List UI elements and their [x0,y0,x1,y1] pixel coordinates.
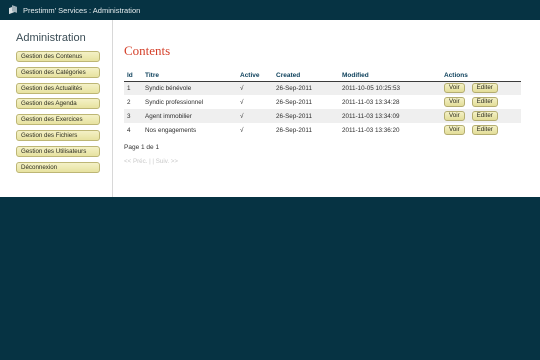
column-header-active[interactable]: Active [237,70,273,82]
cell-actions: Voir Editer [441,81,521,95]
cell-id: 2 [127,98,131,106]
sidebar-item-exercices[interactable]: Gestion des Exercices [16,114,100,126]
cell-id: 4 [127,126,131,134]
cell-actions: Voir Editer [441,109,521,123]
column-header-created[interactable]: Created [273,70,339,82]
page-title: Contents [124,43,171,58]
voir-button[interactable]: Voir [444,111,465,121]
cell-titre: Agent immobilier [142,109,237,123]
cell-actions: Voir Editer [441,95,521,109]
cell-created: 26-Sep-2011 [273,109,339,123]
table-header-row: Id Titre Active Created Modified Actions [124,70,521,82]
active-check-icon: √ [237,81,273,95]
top-bar: Prestimm' Services : Administration [0,0,540,20]
cell-titre: Nos engagements [145,126,197,134]
sidebar: Administration Gestion des Contenus Gest… [0,20,113,197]
app-title: Prestimm' Services : Administration [23,5,141,15]
pagination-links: << Préc. | | Suiv. >> [124,158,179,165]
column-header-actions: Actions [441,70,521,82]
cell-modified: 2011-10-05 10:25:53 [339,81,441,95]
sidebar-heading: Administration [16,32,86,44]
sidebar-item-categories[interactable]: Gestion des Catégories [16,66,100,78]
cell-titre: Syndic professionnel [145,98,204,106]
cell-actions: Voir Editer [441,123,521,137]
sidebar-item-agenda[interactable]: Gestion des Agenda [16,98,100,110]
table-row: 3 Agent immobilier √ 26-Sep-2011 2011-11… [124,109,521,123]
sidebar-menu: Gestion des Contenus Gestion des Catégor… [16,51,112,173]
active-check-icon: √ [240,126,244,134]
cell-created: 26-Sep-2011 [276,98,312,106]
sidebar-item-actualites[interactable]: Gestion des Actualités [16,82,100,94]
editer-button[interactable]: Editer [471,111,498,121]
active-check-icon: √ [240,98,244,106]
contents-table: Id Titre Active Created Modified Actions… [124,70,521,137]
table-row: 1 Syndic bénévole √ 26-Sep-2011 2011-10-… [124,81,521,95]
editer-button[interactable]: Editer [471,83,498,94]
cell-id: 3 [124,109,142,123]
cell-created: 26-Sep-2011 [273,81,339,95]
cell-id: 1 [124,81,142,95]
column-header-modified[interactable]: Modified [339,70,441,82]
cell-modified: 2011-11-03 13:36:20 [342,126,400,134]
cube-logo-icon [9,6,17,14]
cell-titre: Syndic bénévole [142,81,237,95]
editer-button[interactable]: Editer [471,97,498,107]
pagination-info: Page 1 de 1 [124,144,160,151]
editer-button[interactable]: Editer [471,125,498,135]
table-row: 2 Syndic professionnel √ 26-Sep-2011 201… [124,95,521,109]
sidebar-item-fichiers[interactable]: Gestion des Fichiers [16,129,100,141]
cell-created: 26-Sep-2011 [276,126,312,134]
sidebar-item-utilisateurs[interactable]: Gestion des Utilisateurs [16,145,100,157]
voir-button[interactable]: Voir [444,83,465,94]
cell-modified: 2011-11-03 13:34:09 [339,109,441,123]
cell-modified: 2011-11-03 13:34:28 [342,98,400,106]
column-header-id[interactable]: Id [124,70,142,82]
voir-button[interactable]: Voir [444,97,465,107]
active-check-icon: √ [237,109,273,123]
table-row: 4 Nos engagements √ 26-Sep-2011 2011-11-… [124,123,521,137]
column-header-titre[interactable]: Titre [142,70,237,82]
sidebar-item-deconnexion[interactable]: Déconnexion [16,161,100,173]
sidebar-item-contenus[interactable]: Gestion des Contenus [16,51,100,62]
voir-button[interactable]: Voir [444,125,465,135]
main-content: Contents Id Titre Active Created Modifie… [124,20,524,165]
content-panel: Administration Gestion des Contenus Gest… [0,20,540,197]
